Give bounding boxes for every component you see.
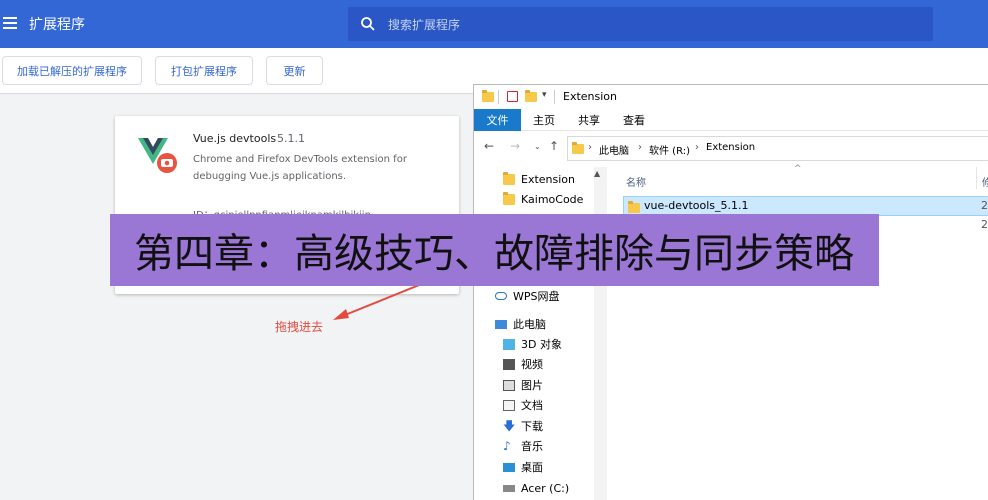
- nav-item-label: 下载: [521, 420, 543, 433]
- divider: [554, 90, 555, 104]
- nav-item-pictures[interactable]: 图片: [503, 375, 623, 395]
- file-name[interactable]: vue-devtools_5.1.1: [644, 199, 749, 212]
- nav-item-label: 视频: [521, 358, 543, 371]
- address-bar-row: ← → ⌄ ↑ › 此电脑 › 软件 (R:) › Extension: [474, 133, 988, 163]
- tab-view[interactable]: 查看: [614, 109, 654, 131]
- nav-item-label: WPS网盘: [513, 290, 560, 303]
- tab-share[interactable]: 共享: [569, 109, 609, 131]
- divider: [498, 90, 499, 104]
- nav-item-label: 文档: [521, 399, 543, 412]
- folder-icon: [628, 201, 640, 213]
- ribbon-tabs: 文件 主页 共享 查看: [474, 109, 988, 131]
- nav-item-label: KaimoCode: [521, 192, 584, 206]
- nav-item-downloads[interactable]: 🡇 下载: [503, 416, 623, 436]
- document-icon: [503, 399, 515, 411]
- forward-arrow-icon[interactable]: →: [510, 139, 520, 153]
- nav-item-drive-c[interactable]: Acer (C:): [503, 478, 623, 498]
- picture-icon: [503, 379, 515, 391]
- nav-item-documents[interactable]: 文档: [503, 395, 623, 415]
- nav-item-3d-objects[interactable]: 3D 对象: [503, 334, 623, 354]
- nav-item-music[interactable]: ♪ 音乐: [503, 436, 623, 456]
- nav-item-kaimocode[interactable]: KaimoCode: [503, 189, 623, 209]
- banner-title: 第四章：高级技巧、故障排除与同步策略: [134, 231, 854, 277]
- drive-icon: [503, 484, 515, 492]
- row-date: 2: [981, 199, 988, 212]
- nav-item-wps-cloud[interactable]: WPS网盘: [495, 286, 615, 306]
- properties-check-icon[interactable]: [507, 91, 518, 102]
- desktop-icon: [503, 462, 515, 472]
- download-arrow-icon: 🡇: [503, 418, 516, 433]
- cloud-icon: [495, 292, 507, 300]
- explorer-titlebar: ▾ Extension: [474, 85, 988, 109]
- row-date: 2: [981, 218, 988, 231]
- tab-home[interactable]: 主页: [524, 109, 564, 131]
- cube-icon: [503, 338, 515, 350]
- column-header-name[interactable]: 名称: [626, 174, 646, 189]
- breadcrumb-this-pc[interactable]: 此电脑: [599, 142, 629, 157]
- nav-item-this-pc[interactable]: 此电脑: [495, 314, 615, 334]
- nav-item-label: Acer (C:): [521, 481, 570, 495]
- tab-file[interactable]: 文件: [474, 109, 521, 131]
- folder-icon: [503, 171, 515, 185]
- recent-locations-icon[interactable]: ⌄: [534, 142, 541, 151]
- film-icon: [503, 358, 515, 370]
- folder-icon: [572, 142, 584, 154]
- breadcrumb-extension[interactable]: Extension: [706, 142, 755, 153]
- nav-item-extension[interactable]: Extension: [503, 169, 623, 189]
- column-header-modified[interactable]: 修: [982, 174, 988, 189]
- music-note-icon: ♪: [503, 438, 511, 453]
- drag-hint-label: 拖拽进去: [275, 320, 324, 334]
- nav-item-label: Extension: [521, 172, 576, 186]
- breadcrumb-separator-icon: ›: [695, 142, 699, 153]
- new-folder-icon[interactable]: [525, 90, 537, 102]
- nav-item-label: 桌面: [521, 461, 543, 474]
- folder-icon: [482, 90, 494, 102]
- breadcrumb-drive[interactable]: 软件 (R:): [649, 142, 690, 157]
- up-arrow-icon[interactable]: ↑: [549, 139, 559, 153]
- computer-icon: [495, 319, 507, 329]
- nav-item-label: 3D 对象: [521, 338, 562, 351]
- nav-item-videos[interactable]: 视频: [503, 354, 623, 374]
- nav-item-label: 音乐: [521, 440, 543, 453]
- quick-access-dropdown-icon[interactable]: ▾: [542, 90, 547, 100]
- folder-icon: [503, 191, 515, 205]
- chapter-banner: 第四章：高级技巧、故障排除与同步策略: [110, 214, 879, 286]
- window-title: Extension: [563, 90, 618, 103]
- sort-caret-icon: ^: [794, 164, 802, 174]
- breadcrumb-separator-icon: ›: [588, 142, 592, 153]
- nav-item-desktop[interactable]: 桌面: [503, 457, 623, 477]
- column-divider[interactable]: [976, 167, 977, 189]
- file-explorer-window: ▾ Extension 文件 主页 共享 查看 ← → ⌄ ↑ › 此电脑 › …: [473, 84, 988, 500]
- back-arrow-icon[interactable]: ←: [484, 139, 494, 153]
- nav-item-label: 图片: [521, 379, 543, 392]
- breadcrumb-separator-icon: ›: [638, 142, 642, 153]
- address-input[interactable]: › 此电脑 › 软件 (R:) › Extension: [567, 136, 988, 161]
- nav-item-label: 此电脑: [513, 318, 546, 331]
